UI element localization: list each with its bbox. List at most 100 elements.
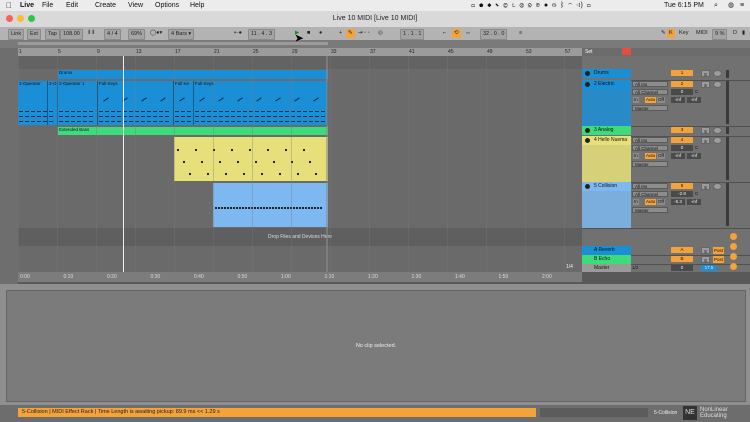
monitor-auto-button[interactable]: Auto (645, 199, 657, 205)
track-header[interactable]: 4 Hello Nuema All Ins All Channel In Auto Off… (582, 136, 750, 183)
solo-button[interactable]: S (701, 256, 710, 263)
monitor-in-button[interactable]: In (633, 199, 639, 205)
position-field[interactable]: 11 . 4 . 3 (248, 29, 276, 40)
tempo-field[interactable]: 108.00 (60, 29, 83, 40)
input-type-menu[interactable]: All Ins (632, 183, 668, 189)
track-number-button[interactable]: 5 (671, 183, 693, 189)
cursor-icon[interactable]: ⬉ (495, 2, 499, 9)
arm-button-icon[interactable] (713, 137, 722, 144)
input-channel-menu[interactable]: All Channel (632, 191, 668, 197)
drop-area[interactable]: Drop Files and Devices Here (18, 228, 582, 247)
time-ruler[interactable]: 0:00 0:10 0:20 0:30 0:40 0:50 1:00 1:10 1:20 1:30… (18, 272, 582, 282)
follow-icon[interactable]: ⇠● (232, 29, 244, 38)
toggle-sends-icon[interactable] (730, 243, 737, 250)
apple-icon[interactable]:  (6, 0, 12, 11)
track-clip-area[interactable] (582, 89, 631, 126)
gear-icon[interactable]: ⚙ (528, 2, 532, 9)
set-label[interactable]: Set (585, 49, 593, 55)
output-type-menu[interactable]: Master (632, 207, 668, 213)
track-activator-icon[interactable] (585, 184, 590, 189)
clip-drums[interactable]: Drums (58, 70, 328, 79)
siri-icon[interactable]: ◍ (728, 0, 734, 11)
return-letter-button[interactable]: A (671, 247, 693, 253)
output-type-menu[interactable]: Master (632, 105, 668, 111)
solo-button[interactable]: S (701, 183, 710, 190)
lane-hello-nuema[interactable] (18, 136, 582, 183)
clip-electric[interactable]: Full Keys (98, 81, 174, 125)
wifi-icon[interactable]: ◠ (568, 2, 572, 9)
punch-in-icon[interactable]: ⌐ (441, 29, 448, 38)
lane-electric[interactable]: 2-Operator 2-O 2-Operator 1 Full Keys Full K… (18, 80, 582, 127)
output-type-menu[interactable]: Master (632, 161, 668, 167)
track-pan[interactable]: C (695, 145, 698, 150)
return-name[interactable]: A Reverb (582, 246, 631, 255)
metronome-icon[interactable]: ◯●▾ (148, 29, 164, 38)
input-channel-menu[interactable]: All Channel (632, 145, 668, 151)
track-volume[interactable]: -2.8 (671, 191, 693, 197)
toggle-io-icon[interactable] (730, 233, 737, 240)
track-pan[interactable]: C (695, 191, 698, 196)
arrangement-view[interactable]: Drums 2-Operator 2-O 2-Operator 1 Full Keys… (18, 56, 582, 272)
monitor-in-button[interactable]: In (633, 97, 639, 103)
menu-edit[interactable]: Edit (66, 0, 78, 11)
overdub-icon[interactable]: + (337, 29, 344, 38)
track-pan[interactable]: C (695, 89, 698, 94)
clip-electric[interactable]: 2-Operator 1 (58, 81, 98, 125)
return-letter-button[interactable]: B (671, 256, 693, 262)
loop-switch-icon[interactable]: ⟲ (452, 29, 461, 38)
monitor-off-button[interactable]: Off (657, 153, 665, 159)
arm-all-icon[interactable] (622, 48, 631, 55)
menu-help[interactable]: Help (190, 0, 204, 11)
clip-hello-nuema[interactable] (174, 137, 328, 181)
stop-icon[interactable]: ■ (305, 29, 312, 38)
input-type-menu[interactable]: All Ins (632, 81, 668, 87)
input-type-menu[interactable]: All Ins (632, 137, 668, 143)
input-channel-menu[interactable]: All Channel (632, 89, 668, 95)
groove-amount[interactable]: 69% (128, 29, 146, 40)
clip-detail-panel[interactable]: No clip selected. (6, 290, 746, 402)
midi-map-label[interactable]: MIDI (694, 29, 710, 38)
track-activator-icon[interactable] (585, 138, 590, 143)
battery-icon[interactable]: ▭ (587, 2, 591, 9)
track-volume[interactable]: 0 (671, 89, 693, 95)
lane-collision[interactable] (18, 182, 582, 229)
track-activator-icon[interactable] (585, 128, 590, 133)
master-cue-select[interactable]: 1/2 (632, 265, 652, 271)
monitor-auto-button[interactable]: Auto (645, 153, 657, 159)
c-icon[interactable]: Ⓒ (503, 2, 507, 9)
minimize-icon[interactable] (17, 15, 24, 22)
toggle-mixer-icon[interactable] (730, 263, 737, 270)
track-activator-icon[interactable] (585, 82, 590, 87)
timemachine-icon[interactable]: ◷ (552, 2, 556, 9)
clip-electric[interactable]: Full Ke (174, 81, 194, 125)
tap-button[interactable]: Tap (45, 29, 60, 40)
return-name[interactable]: B Echo (582, 255, 631, 264)
track-clip-area[interactable] (582, 145, 631, 182)
clip-electric[interactable]: Full Keys (194, 81, 328, 125)
menu-options[interactable]: Options (155, 0, 179, 11)
loop-start-field[interactable]: 1 . 1 . 1 (400, 29, 425, 40)
solo-button[interactable]: S (701, 127, 710, 134)
solo-button[interactable]: S (701, 247, 710, 254)
back-to-arrangement-icon[interactable]: ⇥ ◦ ◦ (356, 29, 372, 38)
arrangement-overview[interactable] (0, 40, 750, 48)
quantize-menu[interactable]: 4 Bars ▾ (168, 29, 195, 40)
ext-button[interactable]: Ext (27, 29, 41, 40)
arm-button-icon[interactable] (713, 127, 722, 134)
m-icon[interactable]: Ⓜ (520, 2, 524, 9)
track-header[interactable]: 5 Collision All Ins All Channel In Auto Off Ma… (582, 182, 750, 229)
track-clip-area[interactable] (582, 191, 631, 228)
post-button[interactable]: Post (713, 247, 725, 254)
monitor-in-button[interactable]: In (633, 153, 639, 159)
solo-button[interactable]: S (701, 137, 710, 144)
track-activator-icon[interactable] (585, 71, 590, 76)
zoom-icon[interactable] (28, 15, 35, 22)
time-signature[interactable]: 4 / 4 (104, 29, 121, 40)
key-map-label[interactable]: Key (677, 29, 690, 38)
menu-view[interactable]: View (128, 0, 143, 11)
menu-create[interactable]: Create (95, 0, 116, 11)
volume-icon[interactable]: ◁) (576, 2, 583, 9)
shield-icon[interactable]: ⬟ (479, 2, 483, 9)
bluetooth-icon[interactable]: ᛒ (560, 2, 564, 9)
clip-extended-bass[interactable]: Extended Bass (58, 127, 328, 135)
